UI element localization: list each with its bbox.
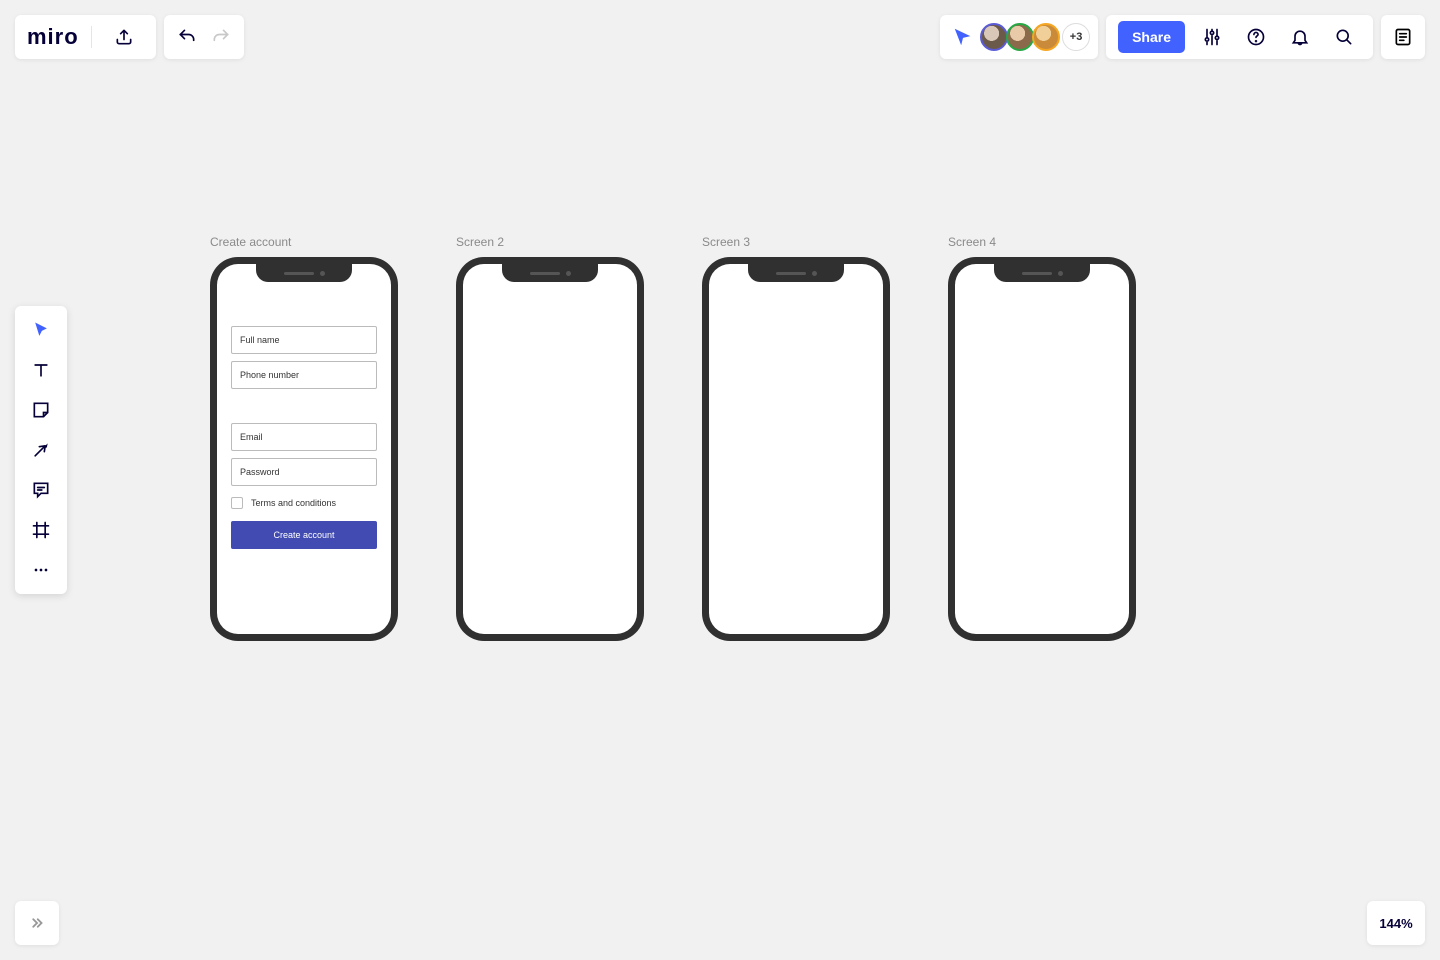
phone-notch bbox=[994, 264, 1090, 282]
arrow-icon bbox=[31, 440, 51, 460]
search-icon bbox=[1334, 27, 1354, 47]
search-button[interactable] bbox=[1327, 15, 1361, 59]
phone-number-field[interactable]: Phone number bbox=[231, 361, 377, 389]
create-account-button[interactable]: Create account bbox=[231, 521, 377, 549]
avatar-2[interactable] bbox=[1006, 23, 1034, 51]
frame-screen-4[interactable]: Screen 4 bbox=[948, 235, 1136, 641]
more-tools[interactable] bbox=[15, 550, 67, 590]
frame-icon bbox=[31, 520, 51, 540]
text-tool[interactable] bbox=[15, 350, 67, 390]
password-field[interactable]: Password bbox=[231, 458, 377, 486]
spacer bbox=[231, 396, 377, 423]
email-field[interactable]: Email bbox=[231, 423, 377, 451]
terms-checkbox[interactable] bbox=[231, 497, 243, 509]
bottom-left bbox=[15, 901, 59, 945]
frame-screen-3[interactable]: Screen 3 bbox=[702, 235, 890, 641]
phone-frame[interactable]: Full name Phone number Email Password Te… bbox=[210, 257, 398, 641]
undo-icon bbox=[177, 27, 197, 47]
settings-button[interactable] bbox=[1195, 15, 1229, 59]
phone-screen: Full name Phone number Email Password Te… bbox=[217, 264, 391, 634]
comment-tool[interactable] bbox=[15, 470, 67, 510]
logo-panel: miro bbox=[15, 15, 156, 59]
sliders-icon bbox=[1202, 27, 1222, 47]
cursor-collab-icon[interactable] bbox=[952, 26, 974, 48]
terms-label: Terms and conditions bbox=[251, 498, 336, 508]
more-icon bbox=[31, 560, 51, 580]
share-panel: Share bbox=[1106, 15, 1373, 59]
cursor-icon bbox=[31, 320, 51, 340]
frame-label: Screen 4 bbox=[948, 235, 1136, 249]
frame-label: Create account bbox=[210, 235, 398, 249]
share-button[interactable]: Share bbox=[1118, 21, 1185, 53]
export-button[interactable] bbox=[104, 15, 144, 59]
canvas[interactable]: Create account Full name Phone number Em… bbox=[0, 0, 1440, 960]
terms-row[interactable]: Terms and conditions bbox=[231, 497, 377, 509]
upload-icon bbox=[114, 27, 134, 47]
frame-label: Screen 2 bbox=[456, 235, 644, 249]
redo-icon bbox=[211, 27, 231, 47]
sticky-note-icon bbox=[31, 400, 51, 420]
avatar-more[interactable]: +3 bbox=[1062, 23, 1090, 51]
phone-frame[interactable] bbox=[948, 257, 1136, 641]
notes-button[interactable] bbox=[1381, 15, 1425, 59]
redo-button[interactable] bbox=[204, 15, 238, 59]
phone-screen bbox=[709, 264, 883, 634]
notes-icon bbox=[1393, 27, 1413, 47]
left-toolbar bbox=[15, 306, 67, 594]
arrow-tool[interactable] bbox=[15, 430, 67, 470]
frame-group: Create account Full name Phone number Em… bbox=[210, 235, 1136, 641]
miro-logo[interactable]: miro bbox=[27, 24, 79, 50]
create-account-form: Full name Phone number Email Password Te… bbox=[217, 264, 391, 549]
expand-panel-button[interactable] bbox=[15, 901, 59, 945]
sticky-note-tool[interactable] bbox=[15, 390, 67, 430]
phone-frame[interactable] bbox=[456, 257, 644, 641]
avatar-1[interactable] bbox=[980, 23, 1008, 51]
frame-label: Screen 3 bbox=[702, 235, 890, 249]
undo-redo-panel bbox=[164, 15, 244, 59]
full-name-field[interactable]: Full name bbox=[231, 326, 377, 354]
frame-screen-2[interactable]: Screen 2 bbox=[456, 235, 644, 641]
phone-frame[interactable] bbox=[702, 257, 890, 641]
bell-icon bbox=[1290, 27, 1310, 47]
frame-create-account[interactable]: Create account Full name Phone number Em… bbox=[210, 235, 398, 641]
topbar-right: +3 Share bbox=[940, 15, 1425, 59]
phone-screen bbox=[463, 264, 637, 634]
comment-icon bbox=[31, 480, 51, 500]
collab-panel: +3 bbox=[940, 15, 1098, 59]
select-tool[interactable] bbox=[15, 310, 67, 350]
phone-notch bbox=[748, 264, 844, 282]
notifications-button[interactable] bbox=[1283, 15, 1317, 59]
frame-tool[interactable] bbox=[15, 510, 67, 550]
help-button[interactable] bbox=[1239, 15, 1273, 59]
avatar-3[interactable] bbox=[1032, 23, 1060, 51]
phone-screen bbox=[955, 264, 1129, 634]
phone-notch bbox=[502, 264, 598, 282]
topbar-left: miro bbox=[15, 15, 244, 59]
help-icon bbox=[1246, 27, 1266, 47]
undo-button[interactable] bbox=[170, 15, 204, 59]
text-icon bbox=[31, 360, 51, 380]
chevrons-right-icon bbox=[28, 914, 46, 932]
divider bbox=[91, 26, 92, 48]
zoom-level[interactable]: 144% bbox=[1367, 901, 1425, 945]
phone-notch bbox=[256, 264, 352, 282]
